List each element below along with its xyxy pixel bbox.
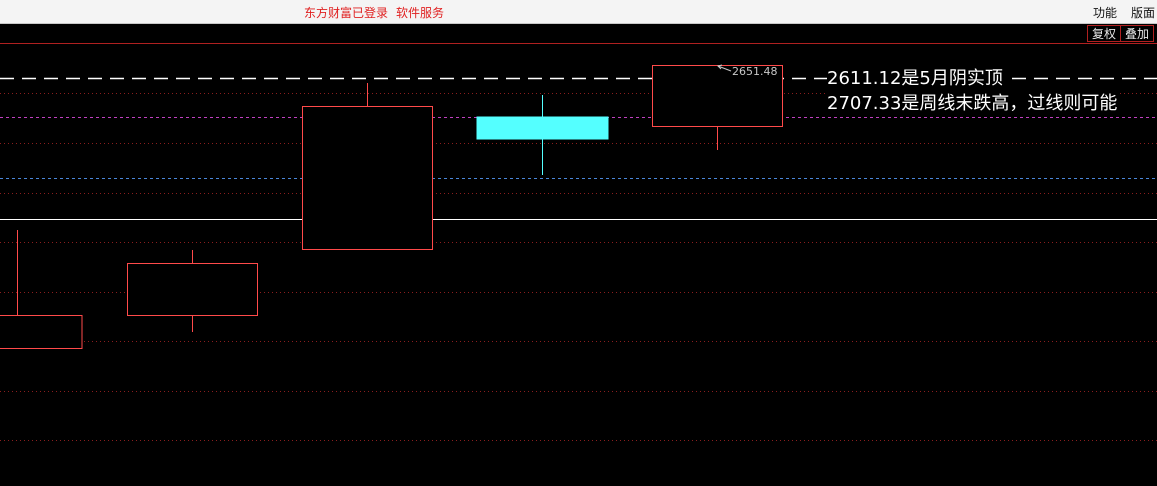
chart-toolbar: 复权 叠加	[0, 24, 1157, 44]
software-service-link[interactable]: 软件服务	[396, 6, 444, 20]
overlay-button[interactable]: 叠加	[1120, 25, 1155, 42]
stock-chart-window: 东方财富已登录 软件服务 功能 版面 复权 叠加 2651.48 2611.12…	[0, 0, 1157, 486]
menu-function[interactable]: 功能	[1093, 4, 1117, 21]
candle[interactable]	[476, 95, 609, 175]
login-status-text[interactable]: 东方财富已登录	[304, 6, 388, 20]
candle[interactable]	[0, 230, 83, 349]
candle[interactable]	[302, 83, 433, 250]
high-price-marker: 2651.48	[732, 65, 778, 78]
annotation-line-1[interactable]: 2611.12是5月阴实顶	[827, 68, 1005, 90]
adjust-rights-button[interactable]: 复权	[1087, 25, 1122, 42]
candles	[0, 65, 783, 349]
kline-chart-area[interactable]: 2651.48 2611.12是5月阴实顶 2707.33是周线末跌高，过线则可…	[0, 44, 1157, 486]
annotation-line-2[interactable]: 2707.33是周线末跌高，过线则可能	[827, 93, 1118, 115]
candle[interactable]	[652, 65, 783, 151]
login-status: 东方财富已登录 软件服务	[304, 4, 452, 21]
top-menu-bar: 东方财富已登录 软件服务 功能 版面	[0, 0, 1157, 24]
menu-layout[interactable]: 版面	[1131, 4, 1155, 21]
candle[interactable]	[127, 250, 258, 332]
